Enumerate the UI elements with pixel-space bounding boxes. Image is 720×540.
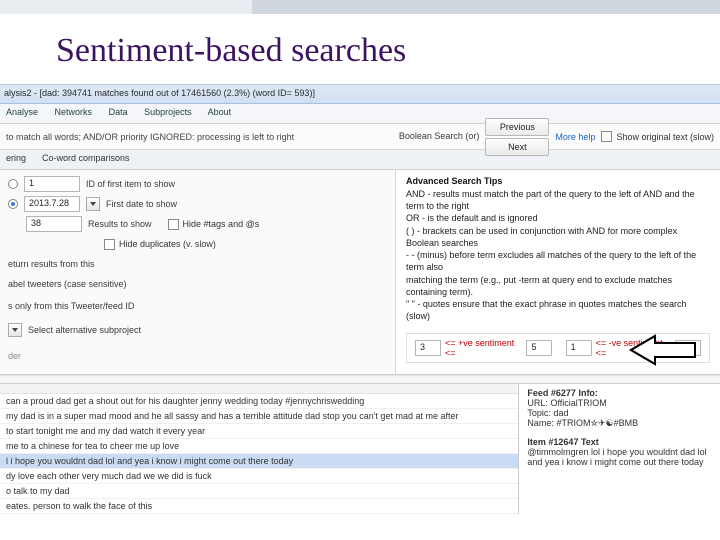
case-sensitive-label: abel tweeters (case sensitive): [8, 279, 127, 289]
pos-sentiment-low-input[interactable]: 3: [415, 340, 441, 356]
more-help-link[interactable]: More help: [555, 132, 595, 142]
results-count-input[interactable]: 38: [26, 216, 82, 232]
neg-sentiment-low-input[interactable]: 1: [566, 340, 592, 356]
menu-about[interactable]: About: [208, 107, 232, 117]
boolean-search-label: Boolean Search (or): [399, 132, 480, 141]
feed-name-value: #TRIOM✮✈☯#BMB: [556, 418, 638, 428]
checkbox-icon: [104, 239, 115, 250]
sentiment-row: 3 <= +ve sentiment <= 5 1 <= -ve sentime…: [406, 333, 710, 363]
toolbar-hint: to match all words; AND/OR priority IGNO…: [6, 132, 294, 142]
date-dropdown[interactable]: [86, 197, 100, 211]
tip-line: OR - is the default and is ignored: [406, 213, 710, 225]
show-original-checkbox[interactable]: Show original text (slow): [601, 131, 714, 142]
menu-subprojects[interactable]: Subprojects: [144, 107, 192, 117]
only-from-label: s only from this Tweeter/feed ID: [8, 301, 134, 311]
tip-line: - - (minus) before term excludes all mat…: [406, 250, 710, 273]
tip-line: AND - results must match the part of the…: [406, 189, 710, 212]
tab-coword[interactable]: Co-word comparisons: [42, 153, 130, 166]
id-first-label: ID of first item to show: [86, 179, 175, 189]
menu-bar: Analyse Networks Data Subprojects About: [0, 104, 720, 124]
feed-info-pane: Feed #6277 Info: URL: OfficialTRIOM Topi…: [518, 384, 720, 514]
tip-line: " " - quotes ensure that the exact phras…: [406, 299, 710, 322]
hide-tags-checkbox[interactable]: Hide #tags and @s: [168, 219, 260, 230]
first-date-label: First date to show: [106, 199, 177, 209]
feed-topic-key: Topic:: [527, 408, 551, 418]
radio-first-date[interactable]: [8, 199, 18, 209]
feed-topic-value: dad: [553, 408, 568, 418]
result-row[interactable]: eates. person to walk the face of this: [0, 499, 518, 514]
result-row[interactable]: me to a chinese for tea to cheer me up l…: [0, 439, 518, 454]
results-list[interactable]: can a proud dad get a shout out for his …: [0, 384, 518, 514]
item-text-value: @timmolmgren lol i hope you wouldnt dad …: [527, 447, 712, 467]
results-header: [0, 384, 518, 394]
slide-top-accent: [0, 0, 720, 14]
main-panel: 1 ID of first item to show 2013.7.28 Fir…: [0, 170, 720, 375]
feed-info-header: Feed #6277 Info:: [527, 388, 712, 398]
id-first-input[interactable]: 1: [24, 176, 80, 192]
subproject-dropdown[interactable]: [8, 323, 22, 337]
tips-pane: Advanced Search Tips AND - results must …: [396, 170, 720, 374]
callout-arrow-icon: [629, 332, 699, 370]
options-pane: 1 ID of first item to show 2013.7.28 Fir…: [0, 170, 396, 374]
first-date-input[interactable]: 2013.7.28: [24, 196, 80, 212]
result-row[interactable]: to start tonight me and my dad watch it …: [0, 424, 518, 439]
tips-title: Advanced Search Tips: [406, 176, 710, 186]
result-row[interactable]: dy love each other very much dad we we d…: [0, 469, 518, 484]
results-count-label: Results to show: [88, 219, 152, 229]
tip-line: matching the term (e.g., put -term at qu…: [406, 275, 710, 298]
return-from-label: eturn results from this: [8, 259, 95, 269]
menu-data[interactable]: Data: [109, 107, 128, 117]
result-row-selected[interactable]: l i hope you wouldnt dad lol and yea i k…: [0, 454, 518, 469]
tab-filtering[interactable]: ering: [6, 153, 26, 166]
previous-button[interactable]: Previous: [485, 118, 549, 136]
toolbar: to match all words; AND/OR priority IGNO…: [0, 124, 720, 150]
hide-dups-checkbox[interactable]: Hide duplicates (v. slow): [104, 239, 216, 250]
result-row[interactable]: can a proud dad get a shout out for his …: [0, 394, 518, 409]
window-titlebar: alysis2 - [dad: 394741 matches found out…: [0, 84, 720, 104]
menu-networks[interactable]: Networks: [55, 107, 93, 117]
hide-tags-label: Hide #tags and @s: [183, 219, 260, 229]
item-text-header: Item #12647 Text: [527, 437, 712, 447]
tab-strip: ering Co-word comparisons: [0, 150, 720, 170]
feed-name-key: Name:: [527, 418, 554, 428]
pos-sentiment-label: <= +ve sentiment <=: [445, 338, 522, 358]
checkbox-icon: [168, 219, 179, 230]
result-row[interactable]: o talk to my dad: [0, 484, 518, 499]
slide-title: Sentiment-based searches: [0, 14, 720, 84]
feed-url-key: URL:: [527, 398, 548, 408]
results-area: can a proud dad get a shout out for his …: [0, 383, 720, 514]
pos-sentiment-high-input[interactable]: 5: [526, 340, 552, 356]
hide-dups-label: Hide duplicates (v. slow): [119, 239, 216, 249]
tip-line: ( ) - brackets can be used in conjunctio…: [406, 226, 710, 249]
next-button[interactable]: Next: [485, 138, 549, 156]
feed-url-value: OfficialTRIOM: [550, 398, 606, 408]
separator: [0, 375, 720, 383]
show-original-label: Show original text (slow): [616, 132, 714, 142]
menu-analyse[interactable]: Analyse: [6, 107, 38, 117]
subproject-label: Select alternative subproject: [28, 325, 141, 335]
checkbox-icon: [601, 131, 612, 142]
result-row[interactable]: my dad is in a super mad mood and he all…: [0, 409, 518, 424]
radio-id-first[interactable]: [8, 179, 18, 189]
tab-footer-text: der: [8, 351, 21, 361]
